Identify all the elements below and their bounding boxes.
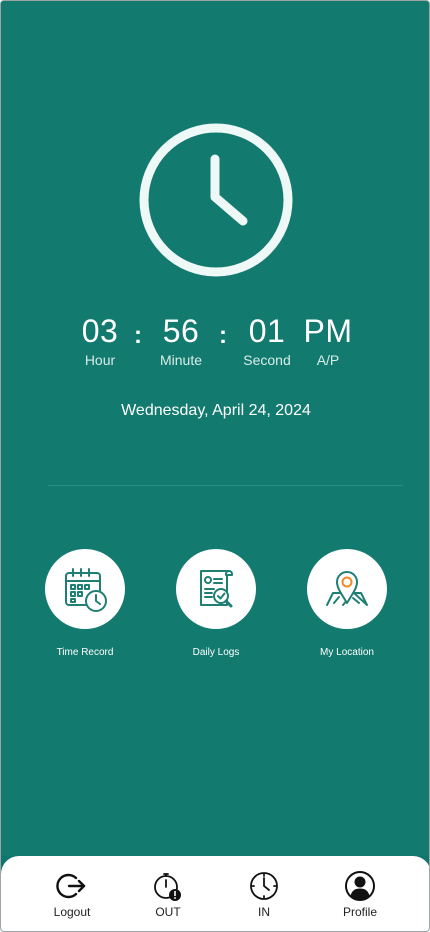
minute-block: 56 Minute [153, 312, 209, 369]
clock-icon [139, 123, 293, 277]
stopwatch-alert-icon [154, 873, 181, 901]
logout-icon [56, 873, 86, 899]
time-record-label: Time Record [56, 647, 114, 658]
nav-out-label: OUT [155, 905, 181, 919]
my-location-circle[interactable] [307, 549, 387, 629]
time-display: 03 Hour : 56 Minute : 01 Second PM A/P [1, 312, 429, 372]
divider [48, 485, 403, 486]
nav-logout[interactable]: Logout [32, 870, 112, 919]
nav-profile-label: Profile [342, 905, 377, 919]
calendar-clock-icon [65, 568, 107, 612]
nav-in-label: IN [258, 905, 270, 919]
second-label: Second [243, 352, 291, 368]
minute-value: 56 [162, 313, 200, 349]
hour-value: 03 [81, 313, 119, 349]
hour-label: Hour [84, 352, 116, 368]
ampm-label: A/P [316, 352, 340, 368]
app-screen: 03 Hour : 56 Minute : 01 Second PM A/P W… [0, 0, 430, 932]
my-location-label: My Location [320, 647, 374, 658]
user-circle-icon [345, 871, 375, 901]
second-value: 01 [248, 313, 286, 349]
time-separator: : [134, 322, 142, 349]
time-record-button[interactable]: Time Record [30, 549, 140, 659]
current-date: Wednesday, April 24, 2024 [121, 402, 311, 419]
ampm-value: PM [303, 313, 353, 349]
minute-label: Minute [159, 352, 203, 368]
my-location-button[interactable]: My Location [292, 549, 402, 659]
daily-logs-label: Daily Logs [192, 647, 240, 658]
ampm-block: PM A/P [301, 312, 355, 369]
nav-in[interactable]: IN [224, 870, 304, 919]
main-panel: 03 Hour : 56 Minute : 01 Second PM A/P W… [1, 1, 429, 856]
map-pin-icon [326, 571, 368, 606]
document-search-icon [200, 570, 233, 608]
time-separator: : [219, 322, 227, 349]
bottom-nav: Logout OUT IN Profile [1, 856, 429, 931]
nav-profile[interactable]: Profile [320, 870, 400, 919]
daily-logs-button[interactable]: Daily Logs [161, 549, 271, 659]
nav-logout-label: Logout [53, 905, 91, 919]
daily-logs-circle[interactable] [176, 549, 256, 629]
clock-icon [250, 872, 278, 900]
nav-out[interactable]: OUT [128, 870, 208, 919]
second-block: 01 Second [239, 312, 295, 369]
time-record-circle[interactable] [45, 549, 125, 629]
hour-block: 03 Hour [75, 312, 125, 369]
